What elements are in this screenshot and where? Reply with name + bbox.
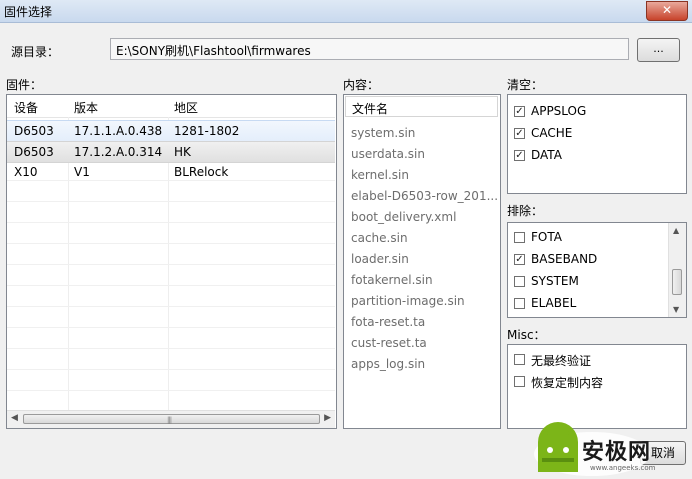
list-item[interactable]: cust-reset.ta — [351, 336, 427, 350]
source-dir-field[interactable]: E:\SONY刷机\Flashtool\firmwares — [110, 38, 629, 60]
content-column-header[interactable]: 文件名 — [345, 96, 498, 117]
cell-version: 17.1.2.A.0.314 — [74, 145, 163, 159]
table-row[interactable]: D6503 17.1.1.A.0.438 1281-1802 — [7, 120, 335, 142]
checkbox-label: DATA — [531, 148, 562, 162]
grip-icon: ||| — [167, 416, 172, 424]
scrollbar-thumb[interactable]: ||| — [23, 414, 320, 424]
column-header-region[interactable]: 地区 — [174, 99, 198, 116]
cell-region: HK — [174, 145, 191, 159]
scroll-left-icon[interactable]: ◀ — [11, 413, 18, 423]
row-divider — [7, 390, 335, 391]
cell-device: D6503 — [14, 124, 54, 138]
firmware-table-header: 设备 版本 地区 — [7, 95, 335, 118]
exclude-list[interactable]: FOTA ✓ BASEBAND SYSTEM ELABEL ▲ ▼ — [507, 222, 687, 318]
firmware-table[interactable]: 设备 版本 地区 D6503 17.1.1.A.0.438 1281-1802 … — [6, 94, 337, 429]
watermark-logo: 安极网 www.angeeks.com — [532, 420, 656, 478]
checkbox-checked-icon[interactable]: ✓ — [514, 150, 525, 161]
close-icon: ✕ — [661, 3, 673, 17]
row-divider — [7, 327, 335, 328]
list-item[interactable]: loader.sin — [351, 252, 409, 266]
list-item[interactable]: userdata.sin — [351, 147, 425, 161]
scroll-down-icon[interactable]: ▼ — [673, 305, 679, 314]
checkbox-label: SYSTEM — [531, 274, 579, 288]
window-title: 固件选择 — [4, 5, 53, 19]
row-divider — [7, 306, 335, 307]
column-header-device[interactable]: 设备 — [14, 99, 38, 116]
wipe-list[interactable]: ✓ APPSLOG ✓ CACHE ✓ DATA — [507, 94, 687, 194]
checkbox-label: CACHE — [531, 126, 573, 140]
row-divider — [7, 222, 335, 223]
cell-region: 1281-1802 — [174, 124, 240, 138]
checkbox-label: APPSLOG — [531, 104, 587, 118]
checkbox-icon[interactable] — [514, 354, 525, 365]
checkbox-checked-icon[interactable]: ✓ — [514, 106, 525, 117]
row-divider — [7, 369, 335, 370]
horizontal-scrollbar[interactable]: ◀ ||| ▶ — [7, 410, 335, 428]
list-item[interactable]: apps_log.sin — [351, 357, 425, 371]
cell-device: X10 — [14, 165, 38, 179]
list-item[interactable]: boot_delivery.xml — [351, 210, 456, 224]
misc-list[interactable]: 无最终验证 恢复定制内容 — [507, 344, 687, 429]
list-item[interactable]: elabel-D6503-row_201... — [351, 189, 498, 203]
checkbox-icon[interactable] — [514, 276, 525, 287]
cell-region: BLRelock — [174, 165, 229, 179]
vertical-scrollbar[interactable]: ▲ ▼ — [668, 223, 686, 317]
content-label: 内容： — [343, 78, 380, 92]
checkbox-checked-icon[interactable]: ✓ — [514, 254, 525, 265]
list-item[interactable]: fotakernel.sin — [351, 273, 433, 287]
exclude-label: 排除： — [507, 204, 544, 218]
list-item[interactable]: kernel.sin — [351, 168, 409, 182]
list-item[interactable]: partition-image.sin — [351, 294, 465, 308]
source-dir-label: 源目录： — [11, 45, 60, 59]
watermark-text: 安极网 — [582, 440, 652, 465]
checkbox-icon[interactable] — [514, 232, 525, 243]
checkbox-label: FOTA — [531, 230, 562, 244]
cell-version: V1 — [74, 165, 90, 179]
checkbox-icon[interactable] — [514, 298, 525, 309]
scroll-right-icon[interactable]: ▶ — [324, 413, 331, 423]
column-header-version[interactable]: 版本 — [74, 99, 98, 116]
row-divider — [7, 243, 335, 244]
browse-button[interactable]: ... — [637, 38, 680, 62]
checkbox-checked-icon[interactable]: ✓ — [514, 128, 525, 139]
checkbox-label: 无最终验证 — [531, 354, 592, 368]
row-divider — [7, 201, 335, 202]
cell-device: D6503 — [14, 145, 54, 159]
table-row[interactable]: D6503 17.1.2.A.0.314 HK — [7, 141, 335, 163]
row-divider — [7, 348, 335, 349]
misc-label: Misc： — [507, 328, 546, 342]
row-divider — [7, 264, 335, 265]
list-item[interactable]: fota-reset.ta — [351, 315, 425, 329]
title-bar: 固件选择 ✕ — [0, 0, 692, 23]
watermark-url: www.angeeks.com — [590, 464, 656, 472]
list-item[interactable]: cache.sin — [351, 231, 408, 245]
row-divider — [7, 285, 335, 286]
list-item[interactable]: system.sin — [351, 126, 415, 140]
content-list[interactable]: 文件名 system.sin userdata.sin kernel.sin e… — [343, 94, 501, 429]
scrollbar-thumb[interactable] — [672, 269, 682, 295]
wipe-label: 清空： — [507, 78, 544, 92]
checkbox-label: BASEBAND — [531, 252, 598, 266]
checkbox-label: ELABEL — [531, 296, 577, 310]
scroll-up-icon[interactable]: ▲ — [673, 226, 679, 235]
checkbox-label: 恢复定制内容 — [531, 376, 604, 390]
firmware-label: 固件： — [6, 78, 43, 92]
cell-version: 17.1.1.A.0.438 — [74, 124, 163, 138]
close-button[interactable]: ✕ — [646, 1, 688, 21]
checkbox-icon[interactable] — [514, 376, 525, 387]
table-row[interactable]: X10 V1 BLRelock — [7, 162, 335, 182]
